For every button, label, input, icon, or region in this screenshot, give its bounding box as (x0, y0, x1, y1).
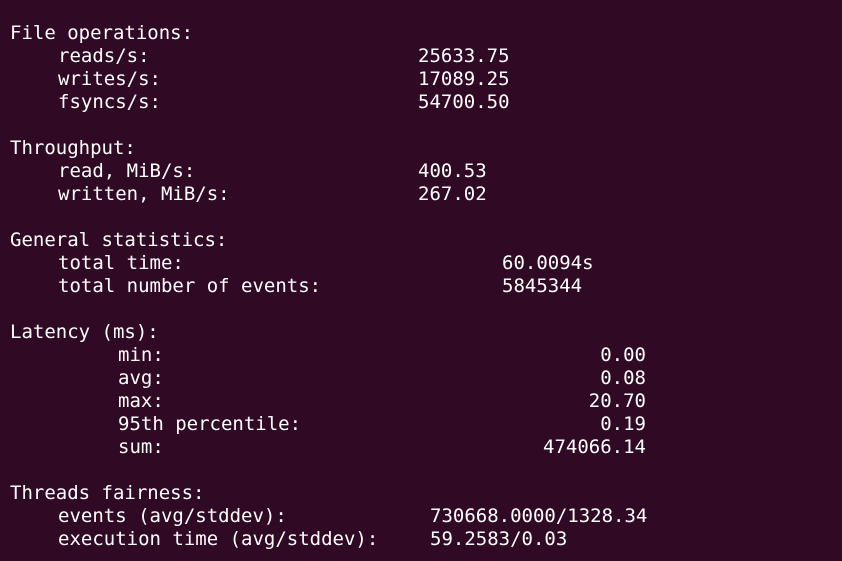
throughput-title: Throughput: (10, 137, 136, 159)
writes-value: 17089.25 (418, 68, 510, 90)
written-throughput-label: written, MiB/s: (58, 183, 230, 205)
threads-fairness-title: Threads fairness: (10, 482, 205, 504)
latency-min-label: min: (118, 344, 164, 366)
exec-time-avg-stddev-label: execution time (avg/stddev): (58, 528, 379, 550)
total-events-label: total number of events: (58, 275, 322, 297)
total-time-label: total time: (58, 252, 184, 274)
fsyncs-label: fsyncs/s: (58, 91, 161, 113)
latency-max-label: max: (118, 390, 164, 412)
latency-p95-label: 95th percentile: (118, 413, 302, 435)
latency-min-value: 0.00 (600, 344, 646, 366)
total-events-value: 5845344 (502, 275, 583, 297)
reads-label: reads/s: (58, 45, 150, 67)
read-throughput-label: read, MiB/s: (58, 160, 196, 182)
latency-sum-value: 474066.14 (543, 436, 646, 458)
latency-p95-value: 0.19 (600, 413, 646, 435)
file-operations-title: File operations: (10, 22, 194, 44)
exec-time-avg-stddev-value: 59.2583/0.03 (430, 528, 568, 550)
latency-max-value: 20.70 (588, 390, 646, 412)
latency-avg-label: avg: (118, 367, 164, 389)
written-throughput-value: 267.02 (418, 183, 487, 205)
terminal-output: File operations: reads/s: 25633.75 write… (0, 0, 842, 561)
events-avg-stddev-label: events (avg/stddev): (58, 505, 287, 527)
general-statistics-title: General statistics: (10, 229, 228, 251)
writes-label: writes/s: (58, 68, 161, 90)
read-throughput-value: 400.53 (418, 160, 487, 182)
latency-title: Latency (ms): (10, 321, 159, 343)
fsyncs-value: 54700.50 (418, 91, 510, 113)
events-avg-stddev-value: 730668.0000/1328.34 (430, 505, 648, 527)
latency-avg-value: 0.08 (600, 367, 646, 389)
latency-sum-label: sum: (118, 436, 164, 458)
reads-value: 25633.75 (418, 45, 510, 67)
total-time-value: 60.0094s (502, 252, 594, 274)
